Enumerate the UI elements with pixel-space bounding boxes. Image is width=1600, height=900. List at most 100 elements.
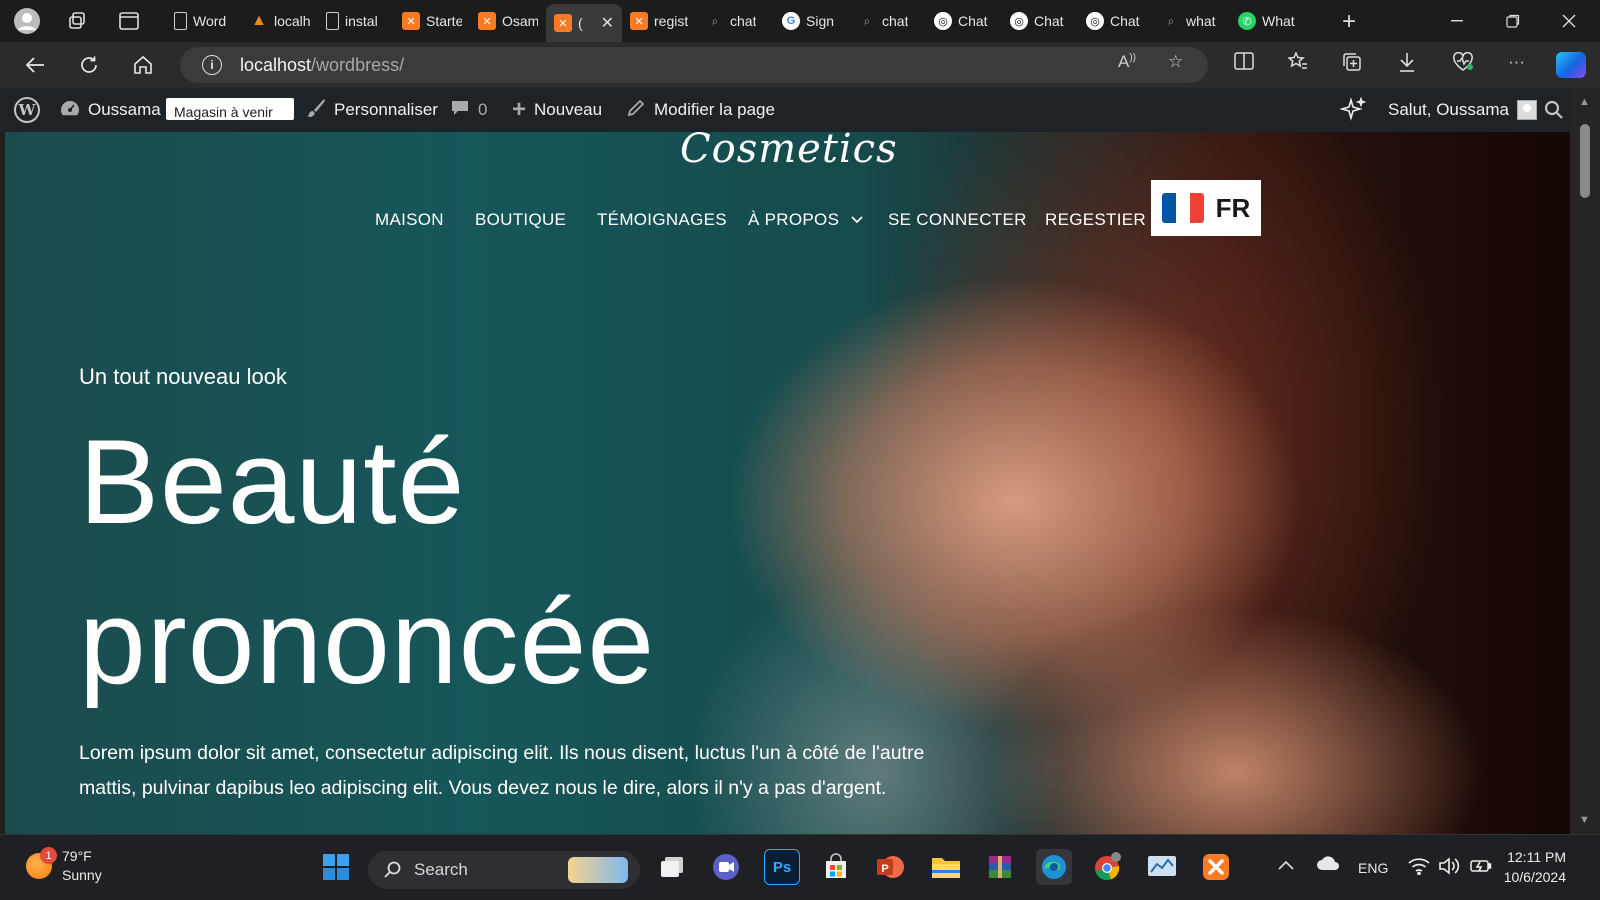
url-path: /wordbress/ [311, 54, 405, 75]
input-language[interactable]: ENG [1358, 860, 1388, 876]
search-icon [384, 861, 401, 878]
browser-tab[interactable]: ✕ regist [622, 4, 698, 38]
tab-actions-icon[interactable] [114, 6, 144, 36]
weather-widget[interactable]: 1 79°F Sunny [26, 847, 102, 885]
store-status-badge[interactable]: Magasin à venir [166, 98, 294, 120]
site-info-icon[interactable]: i [202, 55, 222, 75]
browser-tab[interactable]: ✆ What [1230, 4, 1306, 38]
nav-se-connecter[interactable]: SE CONNECTER [888, 206, 1027, 234]
nav-a-propos[interactable]: À PROPOS [748, 206, 863, 234]
hero-headline-line2: prononcée [79, 575, 656, 709]
ai-sparkle-icon[interactable] [1340, 88, 1366, 132]
new-content-link[interactable]: + Nouveau [512, 88, 602, 132]
volume-icon[interactable] [1438, 857, 1460, 879]
scroll-up-arrow-icon[interactable]: ▲ [1579, 96, 1590, 108]
site-name-link[interactable]: Oussama [60, 88, 161, 132]
clock-date: 10/6/2024 [1503, 869, 1566, 885]
taskbar-search[interactable]: Search [368, 851, 640, 889]
browser-tab[interactable]: ⌕ what [1154, 4, 1230, 38]
customize-link[interactable]: Personnaliser [306, 88, 438, 132]
search-highlight-icon [568, 857, 628, 883]
file-explorer-icon[interactable] [928, 849, 964, 885]
show-hidden-icons-chevron-up-icon[interactable] [1278, 857, 1294, 874]
reload-button[interactable] [74, 50, 104, 80]
browser-tab-label: regist [654, 13, 689, 29]
browser-tab[interactable]: ◎ Chat [1078, 4, 1154, 38]
site-logo[interactable]: Cosmetics [680, 132, 898, 172]
wordpress-logo-icon[interactable]: W [14, 88, 40, 132]
onedrive-cloud-icon[interactable] [1316, 855, 1340, 875]
browser-essentials-icon[interactable] [1452, 51, 1474, 77]
hero-paragraph: Lorem ipsum dolor sit amet, consectetur … [79, 742, 925, 799]
address-bar[interactable]: i localhost/wordbress/ [180, 47, 1208, 83]
edit-page-link[interactable]: Modifier la page [626, 88, 775, 132]
winrar-icon[interactable] [982, 849, 1018, 885]
nav-temoignages[interactable]: TÉMOIGNAGES [597, 206, 727, 234]
teams-chat-icon[interactable] [708, 849, 744, 885]
microsoft-store-icon[interactable] [818, 849, 854, 885]
downloads-icon[interactable] [1398, 52, 1416, 77]
language-code: FR [1215, 192, 1251, 223]
browser-tab[interactable]: ✕ Starte [394, 4, 470, 38]
browser-tab[interactable]: ⌕ chat [698, 4, 774, 38]
photoshop-icon[interactable]: Ps [764, 849, 800, 885]
admin-search-icon[interactable] [1544, 88, 1564, 132]
copilot-icon[interactable] [1556, 52, 1586, 78]
browser-tab[interactable]: ▲ localh [242, 4, 318, 38]
more-options-icon[interactable]: ··· [1508, 52, 1525, 72]
battery-charging-icon[interactable] [1470, 857, 1492, 879]
svg-text:P: P [881, 863, 888, 875]
clock-time: 12:11 PM [1507, 849, 1566, 865]
collections-icon[interactable] [1342, 52, 1362, 77]
edge-browser-icon[interactable] [1036, 849, 1072, 885]
gpt-favicon-icon: ◎ [1086, 12, 1104, 30]
scroll-down-arrow-icon[interactable]: ▼ [1579, 814, 1590, 826]
doc-favicon-icon [174, 12, 187, 30]
page-scrollbar[interactable]: ▲ ▼ [1570, 88, 1600, 834]
browser-tab-label: What [1262, 13, 1295, 29]
back-button[interactable] [20, 50, 50, 80]
xampp-icon[interactable] [1198, 849, 1234, 885]
system-monitor-icon[interactable] [1144, 849, 1180, 885]
xampp-favicon-icon: ✕ [478, 12, 496, 30]
minimize-button[interactable] [1430, 0, 1484, 42]
browser-tab[interactable]: ✕ Osam [470, 4, 546, 38]
browser-tab[interactable]: G Sign [774, 4, 850, 38]
close-window-button[interactable] [1542, 0, 1596, 42]
browser-tab[interactable]: ◎ Chat [926, 4, 1002, 38]
browser-tab[interactable]: ✕ (✕ [546, 4, 622, 42]
nav-maison[interactable]: MAISON [375, 206, 444, 234]
nav-boutique[interactable]: BOUTIQUE [475, 206, 566, 234]
browser-tab[interactable]: ⌕ chat [850, 4, 926, 38]
chrome-icon[interactable] [1090, 849, 1126, 885]
task-view-icon[interactable] [654, 849, 690, 885]
browser-tab-label: Chat [1110, 13, 1140, 29]
home-button[interactable] [128, 50, 158, 80]
wifi-icon[interactable] [1408, 857, 1430, 879]
browser-tab[interactable]: instal [318, 4, 394, 38]
powerpoint-icon[interactable]: P [872, 849, 908, 885]
browser-tab-label: Word [193, 13, 227, 29]
scrollbar-thumb[interactable] [1580, 124, 1590, 198]
workspaces-icon[interactable] [62, 6, 92, 36]
profile-icon[interactable] [12, 6, 42, 36]
split-screen-icon[interactable] [1234, 52, 1254, 75]
xampp-favicon-icon: ✕ [554, 14, 572, 32]
browser-tab[interactable]: Word [166, 4, 242, 38]
restore-button[interactable] [1486, 0, 1540, 42]
favorites-icon[interactable] [1287, 51, 1308, 75]
browser-tab[interactable]: ◎ Chat [1002, 4, 1078, 38]
xampp-favicon-icon: ✕ [630, 12, 648, 30]
account-menu[interactable]: Salut, Oussama [1388, 88, 1537, 132]
read-aloud-icon[interactable]: A)) [1118, 52, 1136, 72]
close-tab-icon[interactable]: ✕ [601, 13, 614, 33]
browser-tab-strip: Word ▲ localh instal ✕ Starte ✕ Osam ✕ (✕ ✕ regist ⌕… [0, 0, 1600, 42]
nav-regestier[interactable]: REGESTIER [1045, 206, 1146, 234]
start-button[interactable] [318, 849, 354, 885]
browser-tab-label: Sign [806, 13, 835, 29]
system-clock[interactable]: 12:11 PM 10/6/2024 [1504, 847, 1566, 887]
new-tab-button[interactable]: + [1342, 8, 1356, 36]
language-switcher[interactable]: FR [1151, 180, 1261, 236]
favorite-star-icon[interactable]: ☆ [1168, 52, 1183, 72]
comments-link[interactable]: 0 [450, 88, 487, 132]
